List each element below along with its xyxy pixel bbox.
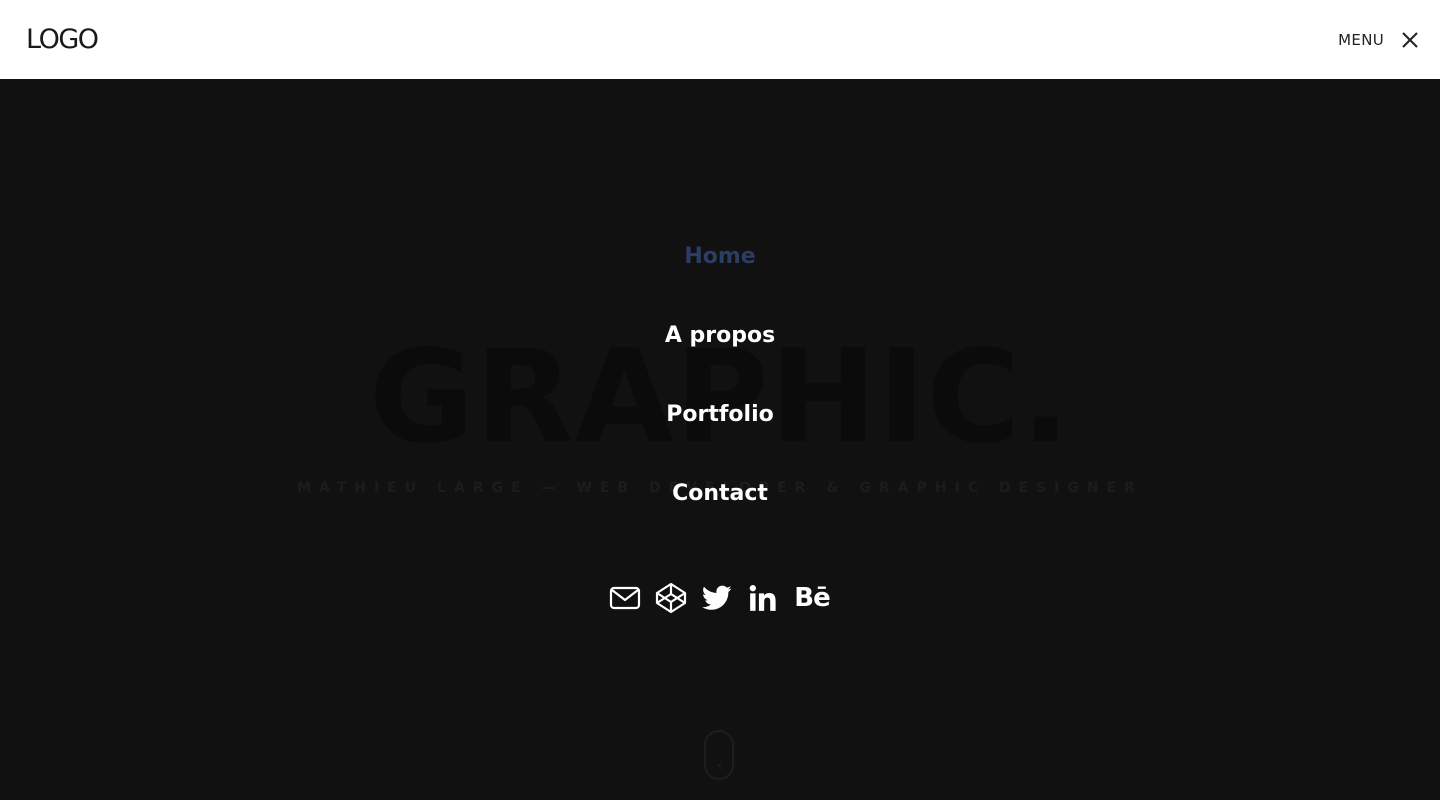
menu-toggle-button[interactable]: MENU (1338, 28, 1422, 52)
close-icon[interactable] (1398, 28, 1422, 52)
codepen-icon[interactable] (655, 582, 687, 614)
behance-icon[interactable]: Bē (793, 582, 831, 614)
menu-overlay: GRAPHIC. MATHIEU LARGE — WEB DEVELOPER &… (0, 79, 1440, 800)
scroll-indicator (704, 730, 734, 780)
nav-item-portfolio[interactable]: Portfolio (0, 396, 1440, 475)
social-links: Bē (0, 582, 1440, 614)
scroll-dot (718, 764, 721, 767)
logo[interactable]: LOGO (26, 24, 99, 55)
linkedin-icon[interactable] (747, 582, 779, 614)
mail-icon[interactable] (609, 582, 641, 614)
nav-item-a-propos[interactable]: A propos (0, 317, 1440, 396)
top-bar: LOGO MENU (0, 0, 1440, 79)
main-nav: Home A propos Portfolio Contact (0, 238, 1440, 554)
menu-label[interactable]: MENU (1338, 31, 1384, 49)
twitter-icon[interactable] (701, 582, 733, 614)
nav-item-contact[interactable]: Contact (0, 475, 1440, 554)
nav-item-home[interactable]: Home (0, 238, 1440, 317)
